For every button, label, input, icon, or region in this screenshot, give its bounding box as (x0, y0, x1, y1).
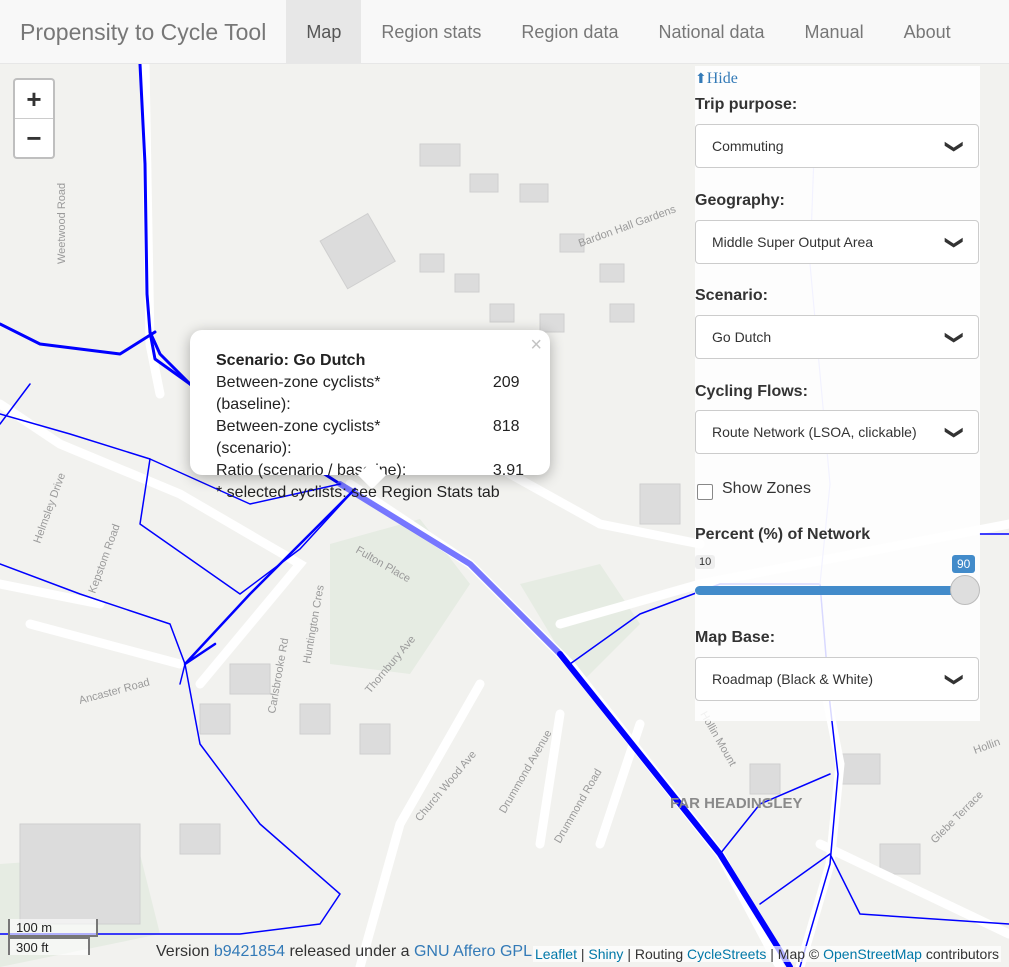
tab-national-data[interactable]: National data (638, 0, 784, 64)
map-base-select[interactable]: Roadmap (Black & White) ❯ (695, 657, 979, 701)
scale-imperial: 300 ft (8, 937, 90, 955)
zoom-in-button[interactable]: + (15, 80, 53, 119)
svg-text:Huntington Cres: Huntington Cres (301, 584, 327, 665)
scenario-select[interactable]: Go Dutch ❯ (695, 315, 979, 359)
geography-select[interactable]: Middle Super Output Area ❯ (695, 220, 979, 264)
popup-row-label: Between-zone cyclists* (scenario): (216, 418, 381, 457)
popup-row-value: 3.91 (492, 462, 524, 479)
map-canvas[interactable]: Bardon Hall Gardens Fulton Place Hunting… (0, 64, 1009, 967)
chevron-down-icon: ❯ (944, 138, 965, 154)
arrow-up-circle-icon: ⬆ (695, 72, 707, 87)
cycling-flows-label: Cycling Flows: (695, 383, 808, 400)
tab-about[interactable]: About (884, 0, 971, 64)
chevron-down-icon: ❯ (944, 671, 965, 687)
geography-value: Middle Super Output Area (712, 234, 874, 250)
percent-network-label: Percent (%) of Network (695, 526, 871, 543)
license-link[interactable]: GNU Affero GPL (414, 943, 532, 960)
svg-text:Drummond Road: Drummond Road (552, 767, 604, 846)
map-label-far-headingley: FAR HEADINGLEY (670, 795, 803, 812)
chevron-down-icon: ❯ (944, 424, 965, 440)
chevron-down-icon: ❯ (944, 329, 965, 345)
svg-text:Helmsley Drive: Helmsley Drive (32, 471, 69, 545)
chevron-down-icon: ❯ (944, 234, 965, 250)
popup-row-value: 209 (492, 374, 520, 391)
attrib-contrib: contributors (921, 946, 999, 962)
zoom-control: + − (13, 78, 55, 159)
popup-row-label: Between-zone cyclists* (baseline): (216, 374, 381, 413)
popup-title: Scenario: Go Dutch (216, 352, 366, 369)
map-label-bardon: Bardon Hall Gardens (577, 203, 678, 250)
trip-purpose-select[interactable]: Commuting ❯ (695, 124, 979, 168)
attrib-routing: | Routing (623, 946, 687, 962)
svg-text:Glebe Terrace: Glebe Terrace (929, 789, 986, 846)
tab-map[interactable]: Map (286, 0, 362, 64)
scale-bar: 100 m 300 ft (8, 919, 98, 955)
trip-purpose-value: Commuting (712, 138, 784, 154)
tab-region-stats[interactable]: Region stats (361, 0, 501, 64)
version-mid: released under a (285, 943, 414, 960)
map-attribution: Leaflet | Shiny | Routing CycleStreets |… (532, 946, 1001, 962)
attrib-sep: | (576, 946, 589, 962)
cycling-flows-value: Route Network (LSOA, clickable) (712, 424, 917, 440)
control-panel: ⬆Hide Trip purpose: Commuting ❯ Geography… (695, 66, 980, 721)
slider-min-label: 10 (695, 555, 716, 569)
osm-link[interactable]: OpenStreetMap (823, 946, 922, 962)
geography-label: Geography: (695, 192, 785, 209)
popup-close-button[interactable]: × (530, 334, 542, 356)
popup-row-label: Ratio (scenario / baseline): (216, 462, 407, 479)
navbar: Propensity to Cycle Tool Map Region stat… (0, 0, 1009, 64)
trip-purpose-label: Trip purpose: (695, 96, 798, 113)
svg-text:Hollin: Hollin (972, 736, 1002, 757)
version-hash-link[interactable]: b9421854 (214, 943, 285, 960)
show-zones-checkbox[interactable] (697, 484, 713, 500)
svg-text:Kepstom Road: Kepstom Road (87, 523, 123, 595)
popup-row: Between-zone cyclists* (scenario): 818 (216, 416, 524, 460)
app-brand[interactable]: Propensity to Cycle Tool (0, 0, 286, 64)
shiny-link[interactable]: Shiny (588, 946, 623, 962)
svg-text:Ancaster Road: Ancaster Road (78, 676, 151, 706)
show-zones-label: Show Zones (722, 480, 811, 497)
map-base-label: Map Base: (695, 629, 776, 646)
scenario-label: Scenario: (695, 287, 768, 304)
map-base-value: Roadmap (Black & White) (712, 671, 874, 687)
tab-region-data[interactable]: Region data (501, 0, 638, 64)
scale-metric: 100 m (8, 919, 98, 937)
route-popup: × Scenario: Go Dutch Between-zone cyclis… (190, 330, 550, 501)
slider-value-label: 90 (952, 555, 976, 573)
version-footer: Version b9421854 released under a GNU Af… (156, 943, 532, 961)
leaflet-link[interactable]: Leaflet (535, 946, 577, 962)
hide-panel-link[interactable]: ⬆Hide (695, 70, 738, 88)
tab-manual[interactable]: Manual (785, 0, 884, 64)
attrib-map: | Map © (766, 946, 824, 962)
svg-text:Weetwood Road: Weetwood Road (56, 183, 68, 264)
hide-label: Hide (706, 70, 738, 87)
percent-slider-track[interactable] (695, 586, 965, 595)
zoom-out-button[interactable]: − (15, 119, 53, 157)
cycling-flows-select[interactable]: Route Network (LSOA, clickable) ❯ (695, 410, 979, 454)
cyclestreets-link[interactable]: CycleStreets (687, 946, 766, 962)
percent-slider-handle[interactable] (950, 575, 980, 605)
popup-row-value: 818 (492, 418, 520, 435)
version-prefix: Version (156, 943, 214, 960)
popup-row: Between-zone cyclists* (baseline): 209 (216, 372, 524, 416)
scenario-value: Go Dutch (712, 329, 772, 345)
